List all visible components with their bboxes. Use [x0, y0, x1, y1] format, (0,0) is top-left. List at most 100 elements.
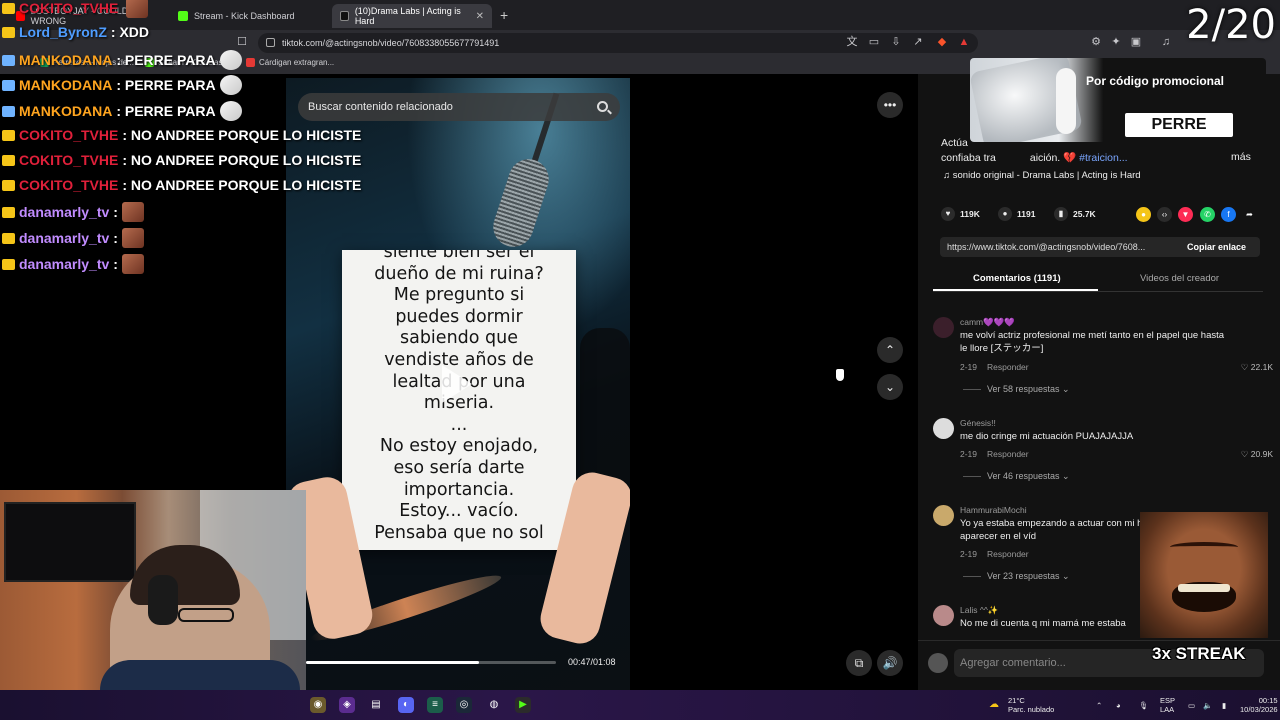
comment-author[interactable]: Génesis!!	[960, 418, 996, 428]
play-icon[interactable]	[442, 365, 472, 403]
paper-line: puedes dormir	[395, 306, 523, 327]
chat-username[interactable]: danamarly_tv	[19, 204, 109, 220]
weather-temp: 21°C	[1008, 696, 1025, 705]
comment-author[interactable]: Lalis ^^✨	[960, 605, 998, 616]
translate-icon[interactable]: 文	[846, 36, 858, 48]
cat-emote-icon	[219, 50, 242, 70]
share-link-box[interactable]: https://www.tiktok.com/@actingsnob/video…	[940, 237, 1260, 257]
battery-icon[interactable]: ▮	[1222, 701, 1226, 710]
share-arrow-icon[interactable]: ➦	[1242, 207, 1257, 222]
bookmark-icon[interactable]: ☐	[236, 36, 248, 48]
chat-username[interactable]: MANKODANA	[19, 77, 112, 93]
chat-username[interactable]: COKITO_TVHE	[19, 177, 118, 193]
avatar[interactable]	[933, 418, 954, 439]
repost-icon[interactable]: ▼	[1178, 207, 1193, 222]
extensions-icon[interactable]: ⚙	[1090, 36, 1102, 48]
search-icon[interactable]	[597, 101, 608, 112]
weather-widget[interactable]: 21°C Parc. nublado	[1008, 696, 1054, 714]
whatsapp-icon[interactable]: ✆	[1200, 207, 1215, 222]
tab-tiktok[interactable]: (10)Drama Labs | Acting is Hard ✕	[332, 4, 492, 28]
chat-username[interactable]: danamarly_tv	[19, 256, 109, 272]
tab-kick[interactable]: Stream - Kick Dashboard	[170, 4, 330, 28]
app-icon[interactable]: ≡	[427, 697, 443, 713]
kick-app-icon[interactable]: ▶	[515, 697, 531, 713]
share-icon[interactable]: ↗	[912, 36, 924, 48]
reply-button[interactable]: Responder	[987, 549, 1029, 559]
steam-icon[interactable]: ◎	[456, 697, 472, 713]
cast-icon[interactable]: ▭	[868, 36, 880, 48]
chat-username[interactable]: COKITO_TVHE	[19, 0, 118, 16]
weather-icon[interactable]: ☁	[986, 697, 1002, 713]
tab-creator-videos[interactable]: Videos del creador	[1140, 273, 1219, 284]
app-icon[interactable]: ◉	[310, 697, 326, 713]
comment-icon: ●	[998, 207, 1012, 221]
volume-icon[interactable]: 🔈	[1203, 701, 1212, 710]
video-player[interactable]: siente bien ser el dueño de mi ruina? Me p…	[286, 78, 630, 690]
discord-icon[interactable]: ◐	[398, 697, 414, 713]
puzzle-icon[interactable]: ✦	[1110, 36, 1122, 48]
embed-icon[interactable]: ‹›	[1157, 207, 1172, 222]
chat-badge-icon	[2, 179, 15, 191]
chat-username[interactable]: COKITO_TVHE	[19, 152, 118, 168]
volume-button[interactable]: 🔊	[877, 650, 903, 676]
avatar[interactable]	[933, 505, 954, 526]
file-icon[interactable]: ▤	[368, 697, 384, 713]
like-button[interactable]: ♥ 119K	[941, 207, 980, 221]
comment-author[interactable]: HammurabiMochi	[960, 505, 1027, 515]
chat-text: : XDD	[110, 24, 150, 40]
chat-username[interactable]: danamarly_tv	[19, 230, 109, 246]
bookmark-cardigan[interactable]: Cárdigan extragran...	[246, 58, 334, 67]
tray-app-icon[interactable]: ◕	[1116, 701, 1121, 710]
install-icon[interactable]: ⇩	[890, 36, 902, 48]
pip-button[interactable]: ⧉	[846, 650, 872, 676]
comment-author[interactable]: camm💜💜💜	[960, 317, 1015, 328]
related-search-input[interactable]: Buscar contenido relacionado	[298, 93, 620, 121]
next-video-button[interactable]: ⌄	[877, 374, 903, 400]
chevron-up-icon[interactable]: ⌃	[1096, 701, 1102, 710]
close-tab-icon[interactable]: ✕	[476, 11, 484, 22]
network-icon[interactable]: ▭	[1188, 701, 1195, 710]
coin-icon[interactable]: ●	[1136, 207, 1151, 222]
sound-link[interactable]: ♫ sonido original - Drama Labs | Acting …	[943, 170, 1141, 181]
video-progress-bar[interactable]	[306, 661, 556, 664]
site-info-icon[interactable]	[266, 38, 275, 47]
more-link[interactable]: más	[1231, 151, 1251, 163]
tiktok-icon	[340, 11, 349, 21]
previous-video-button[interactable]: ⌃	[877, 337, 903, 363]
rewards-icon[interactable]: ▲	[958, 36, 970, 48]
new-tab-button[interactable]: +	[500, 7, 508, 23]
silhouette-image	[580, 328, 630, 488]
chat-username[interactable]: MANKODANA	[19, 103, 112, 119]
language-indicator[interactable]: ESP LAA	[1160, 696, 1175, 714]
comment-likes[interactable]: ♡ 22.1K	[1241, 362, 1273, 373]
chat-username[interactable]: COKITO_TVHE	[19, 127, 118, 143]
comment-likes[interactable]: ♡ 20.9K	[1241, 449, 1273, 460]
music-icon[interactable]: ♫	[1160, 36, 1172, 48]
streak-label: 3x STREAK	[1152, 644, 1246, 663]
microphone-icon[interactable]: 🎙	[1139, 701, 1149, 710]
facebook-icon[interactable]: f	[1221, 207, 1236, 222]
caption-start: Actúa	[941, 137, 968, 149]
reply-button[interactable]: Responder	[987, 449, 1029, 459]
brave-shield-icon[interactable]: ◆	[936, 36, 948, 48]
save-button[interactable]: ▮ 25.7K	[1054, 207, 1096, 221]
view-replies-button[interactable]: Ver 23 respuestas ⌄	[963, 571, 1070, 582]
chat-username[interactable]: Lord_ByronZ	[19, 24, 107, 40]
app-icon[interactable]: ◈	[339, 697, 355, 713]
paper-line: siente bien ser el	[383, 250, 535, 262]
reply-button[interactable]: Responder	[987, 362, 1029, 372]
hashtag-link[interactable]: #traicion...	[1079, 152, 1127, 164]
chat-text: :	[113, 204, 118, 220]
copy-link-button[interactable]: Copiar enlace	[1187, 242, 1246, 252]
chat-username[interactable]: MANKODANA	[19, 52, 112, 68]
obs-icon[interactable]: ◍	[486, 697, 502, 713]
comment-button[interactable]: ● 1191	[998, 207, 1035, 221]
more-options-button[interactable]: •••	[877, 92, 903, 118]
clock[interactable]: 00:15 10/03/2026	[1240, 696, 1278, 714]
avatar[interactable]	[933, 605, 954, 626]
view-replies-button[interactable]: Ver 46 respuestas ⌄	[963, 471, 1070, 482]
avatar[interactable]	[933, 317, 954, 338]
sidebar-icon[interactable]: ▣	[1130, 36, 1142, 48]
view-replies-button[interactable]: Ver 58 respuestas ⌄	[963, 384, 1070, 395]
tab-comments[interactable]: Comentarios (1191)	[973, 273, 1061, 284]
